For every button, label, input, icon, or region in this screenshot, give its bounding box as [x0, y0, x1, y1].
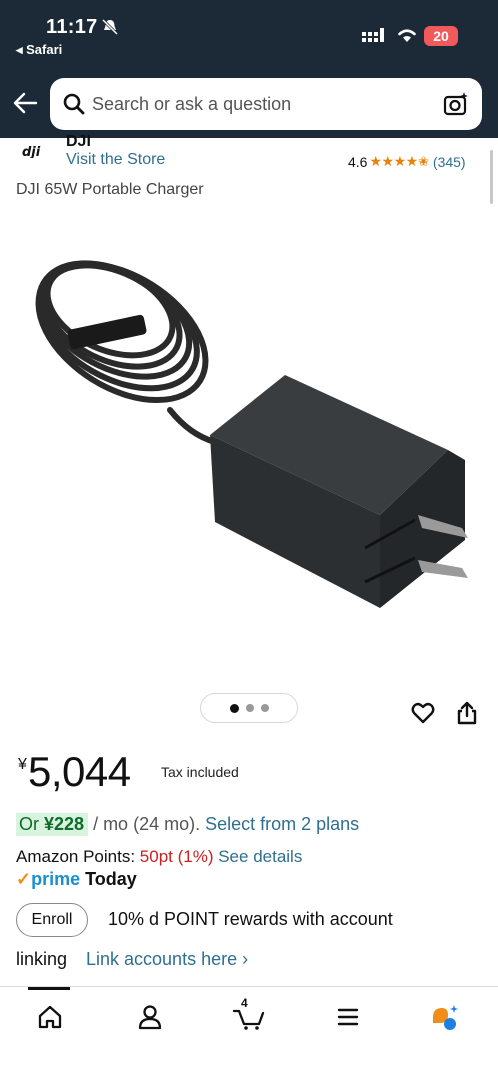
- rewards-text: 10% d POINT rewards with account: [108, 909, 393, 929]
- back-arrow-icon[interactable]: [10, 90, 40, 116]
- signal-icon: [362, 28, 384, 42]
- prime-check-icon: ✓: [16, 869, 32, 889]
- star-rating-icon: ★★★★✬: [369, 153, 429, 169]
- installment-line: Or ¥228 / mo (24 mo). Select from 2 plan…: [16, 813, 359, 836]
- search-input[interactable]: [92, 92, 422, 116]
- dji-logo-icon: dji: [22, 145, 41, 158]
- product-page: 11:17 ◂ Safari 20 Search or ask a questi…: [0, 0, 498, 1080]
- status-time: 11:17: [46, 16, 98, 38]
- installment-chip: Or ¥228: [16, 813, 89, 836]
- installment-amount: ¥228: [44, 814, 85, 834]
- points-percent: (1%): [172, 847, 219, 866]
- price-amount: 5,044: [28, 748, 131, 795]
- points-value: 50pt: [139, 847, 173, 866]
- search-icon: [63, 93, 85, 115]
- carousel-dot-1: [229, 703, 239, 713]
- prime-logo: prime: [31, 869, 81, 889]
- carousel-dot-3: [260, 704, 269, 712]
- wifi-icon: [398, 29, 416, 42]
- carousel-dot-2: [245, 704, 254, 712]
- see-details-link[interactable]: See details: [218, 847, 302, 866]
- points-label: Amazon Points:: [16, 847, 140, 866]
- battery-level: 20: [424, 26, 458, 46]
- delivery-day: Today: [85, 869, 137, 889]
- search-bar[interactable]: [50, 78, 482, 130]
- home-icon[interactable]: [36, 1003, 64, 1031]
- heart-icon[interactable]: [410, 700, 436, 726]
- camera-search-icon[interactable]: [442, 90, 470, 118]
- tax-note: Tax included: [161, 764, 239, 780]
- prime-delivery-line: ✓prime Today: [16, 869, 137, 890]
- installment-or: Or: [19, 814, 39, 834]
- installment-term: / mo (24 mo).: [88, 814, 206, 834]
- image-carousel-indicator[interactable]: [200, 693, 298, 723]
- price-currency: ¥: [18, 756, 27, 773]
- rewards-text-cont: linking: [16, 949, 68, 969]
- account-icon[interactable]: [136, 1003, 164, 1031]
- cart-icon: [232, 1009, 265, 1030]
- menu-icon[interactable]: [334, 1003, 362, 1031]
- brand-name: DJI: [66, 133, 91, 150]
- cart-tab[interactable]: 4: [232, 996, 266, 1031]
- amazon-points-line: Amazon Points: 50pt (1%) See details: [16, 847, 302, 867]
- visit-store-link[interactable]: Visit the Store: [66, 151, 165, 169]
- select-plans-link[interactable]: Select from 2 plans: [205, 814, 359, 834]
- product-title: DJI 65W Portable Charger: [16, 181, 204, 198]
- rating-count[interactable]: (345): [433, 154, 466, 170]
- header: 11:17 ◂ Safari 20: [0, 0, 498, 138]
- enroll-button[interactable]: Enroll: [16, 903, 88, 937]
- rating-value: 4.6: [348, 153, 368, 170]
- bottom-nav: 4: [0, 986, 498, 1080]
- share-icon[interactable]: [455, 700, 479, 726]
- svg-text:dji: dji: [22, 145, 41, 158]
- scrollbar: [490, 150, 493, 204]
- back-to-safari[interactable]: ◂ Safari: [16, 42, 62, 58]
- link-accounts-link[interactable]: Link accounts here ›: [86, 949, 248, 970]
- active-tab-indicator: [28, 987, 70, 990]
- rating-summary[interactable]: 4.6 ★★★★✬ (345): [348, 153, 466, 170]
- product-image[interactable]: [0, 210, 498, 680]
- silent-bell-icon: [101, 18, 119, 36]
- cart-count: 4: [241, 996, 248, 1010]
- rufus-assistant-icon[interactable]: [430, 1003, 458, 1031]
